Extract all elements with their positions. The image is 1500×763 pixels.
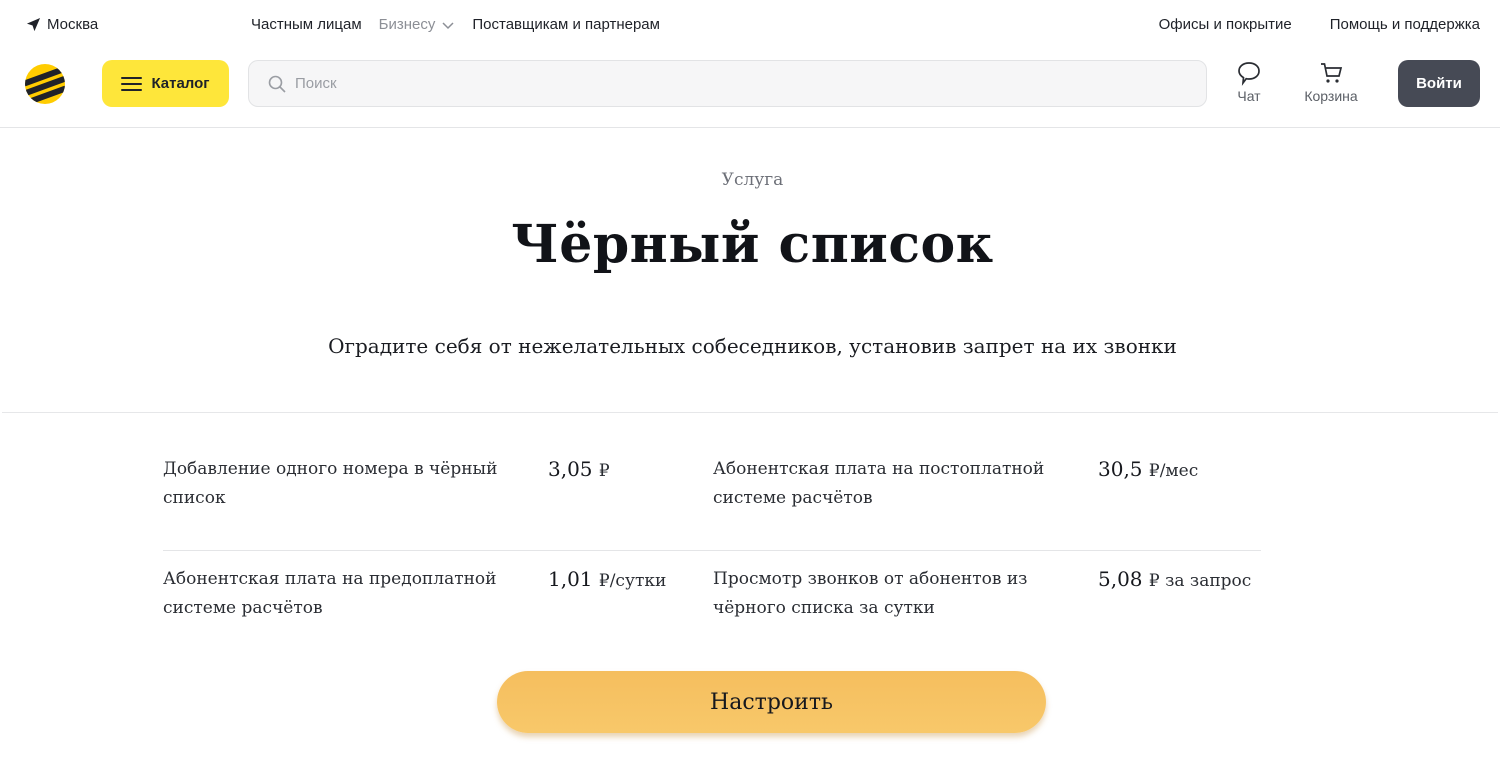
price-item: Абонентская плата на постоплатной систем…: [713, 455, 1263, 550]
price-item: Абонентская плата на предоплатной систем…: [163, 565, 713, 660]
nav-partners[interactable]: Поставщикам и партнерам: [472, 16, 660, 33]
price-row: Добавление одного номера в чёрный список…: [163, 455, 1261, 550]
price-amount: 3,05: [548, 457, 593, 481]
price-amount: 5,08: [1098, 567, 1143, 591]
beeline-logo[interactable]: [25, 64, 65, 104]
price-row: Абонентская плата на предоплатной систем…: [163, 550, 1261, 660]
page-subtitle: Оградите себя от нежелательных собеседни…: [328, 334, 1177, 358]
price-item: Добавление одного номера в чёрный список…: [163, 455, 713, 550]
price-item: Просмотр звонков от абонентов из чёрного…: [713, 565, 1263, 660]
catalog-button[interactable]: Каталог: [102, 60, 229, 107]
menu-icon: [121, 76, 143, 91]
search-icon: [268, 75, 286, 93]
segment-nav: Частным лицам Бизнесу Поставщикам и парт…: [251, 16, 660, 33]
price-unit: ₽ за запрос: [1148, 571, 1252, 591]
configure-button[interactable]: Настроить: [497, 671, 1046, 733]
help-support-link[interactable]: Помощь и поддержка: [1330, 16, 1480, 33]
price-value: 1,01 ₽/сутки: [548, 565, 713, 660]
chevron-down-icon: [442, 21, 454, 29]
main-header: Каталог Чат Корзина Войти: [0, 50, 1500, 128]
chat-bubble-icon: [1238, 62, 1260, 86]
cart-icon: [1321, 63, 1343, 83]
price-label: Абонентская плата на предоплатной систем…: [163, 569, 497, 618]
price-label: Добавление одного номера в чёрный список: [163, 459, 498, 508]
city-selector[interactable]: Москва: [26, 16, 98, 33]
top-right-links: Офисы и покрытие Помощь и поддержка: [1159, 16, 1480, 33]
search-box[interactable]: [248, 60, 1207, 107]
chat-label: Чат: [1237, 88, 1261, 104]
catalog-label: Каталог: [151, 75, 210, 92]
cart-button[interactable]: Корзина: [1300, 60, 1362, 104]
service-eyebrow: Услуга: [721, 170, 784, 190]
top-bar: Москва Частным лицам Бизнесу Поставщикам…: [0, 0, 1500, 50]
price-value: 30,5 ₽/мес: [1098, 455, 1263, 550]
offices-coverage-link[interactable]: Офисы и покрытие: [1159, 16, 1292, 33]
price-value: 5,08 ₽ за запрос: [1098, 565, 1263, 660]
price-table: Добавление одного номера в чёрный список…: [163, 455, 1261, 660]
page-title: Чёрный список: [511, 214, 994, 275]
price-label: Абонентская плата на постоплатной систем…: [713, 459, 1045, 508]
chat-button[interactable]: Чат: [1234, 60, 1264, 104]
nav-business[interactable]: Бизнесу: [379, 16, 456, 33]
login-button[interactable]: Войти: [1398, 60, 1480, 107]
price-amount: 1,01: [548, 567, 593, 591]
city-name: Москва: [47, 16, 99, 33]
search-input[interactable]: [295, 75, 1175, 92]
cart-label: Корзина: [1304, 88, 1358, 104]
price-unit: ₽/сутки: [598, 571, 667, 591]
location-arrow-icon: [26, 17, 41, 32]
price-label: Просмотр звонков от абонентов из чёрного…: [713, 569, 1028, 618]
section-divider: [2, 412, 1498, 413]
price-amount: 30,5: [1098, 457, 1143, 481]
price-unit: ₽/мес: [1148, 461, 1199, 481]
nav-business-label: Бизнесу: [378, 16, 436, 33]
price-unit: ₽: [598, 461, 610, 481]
nav-private-persons[interactable]: Частным лицам: [251, 16, 362, 33]
price-value: 3,05 ₽: [548, 455, 713, 550]
